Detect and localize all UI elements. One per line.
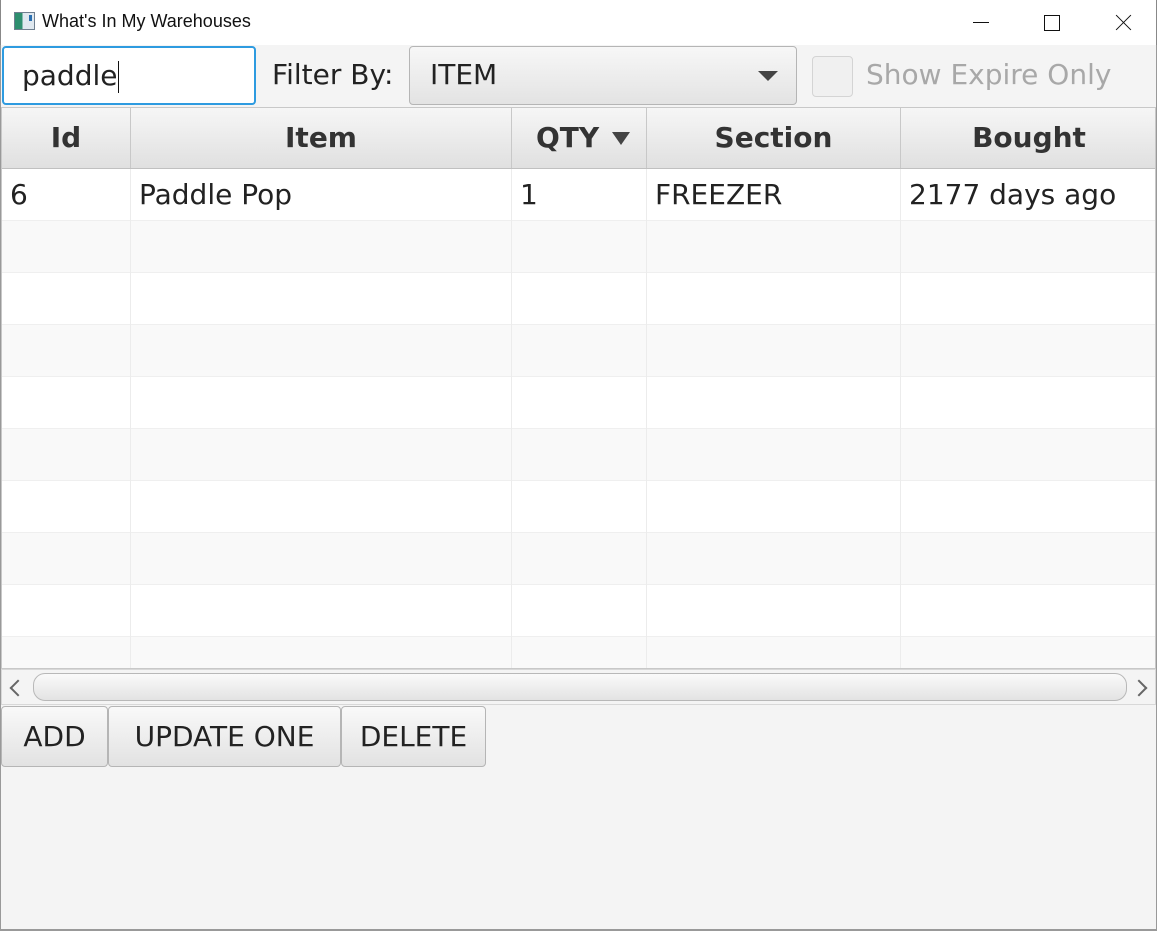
items-table: Id Item QTY Section Bought 6 Paddle Pop … bbox=[1, 107, 1156, 669]
cell-qty: 1 bbox=[512, 169, 647, 221]
show-expire-checkbox[interactable] bbox=[812, 56, 853, 97]
app-icon bbox=[14, 12, 35, 30]
cell-section: FREEZER bbox=[647, 169, 901, 221]
empty-table-row bbox=[2, 325, 1155, 377]
empty-table-row bbox=[2, 273, 1155, 325]
close-icon[interactable] bbox=[1099, 0, 1145, 45]
filter-select[interactable]: ITEM bbox=[409, 46, 797, 105]
scroll-left-icon[interactable] bbox=[5, 678, 27, 698]
horizontal-scrollbar[interactable] bbox=[1, 669, 1156, 705]
empty-table-row bbox=[2, 637, 1155, 668]
chevron-down-icon bbox=[758, 71, 778, 81]
cell-item: Paddle Pop bbox=[131, 169, 512, 221]
column-header-label: Bought bbox=[972, 121, 1086, 154]
column-header-qty[interactable]: QTY bbox=[512, 108, 647, 168]
column-header-item[interactable]: Item bbox=[131, 108, 512, 168]
search-input[interactable]: paddle bbox=[2, 46, 256, 105]
window-title: What's In My Warehouses bbox=[42, 11, 251, 31]
add-button[interactable]: ADD bbox=[1, 706, 108, 767]
text-caret bbox=[118, 61, 120, 93]
empty-table-row bbox=[2, 481, 1155, 533]
empty-table-row bbox=[2, 533, 1155, 585]
column-header-label: QTY bbox=[536, 121, 600, 154]
filter-by-label: Filter By: bbox=[272, 58, 394, 91]
column-header-label: Item bbox=[285, 121, 357, 154]
empty-table-row bbox=[2, 429, 1155, 481]
search-input-value: paddle bbox=[22, 59, 118, 92]
sort-descending-icon bbox=[612, 132, 630, 145]
table-header: Id Item QTY Section Bought bbox=[2, 108, 1155, 169]
title-bar: What's In My Warehouses bbox=[0, 0, 1157, 45]
cell-bought: 2177 days ago bbox=[909, 178, 1117, 211]
delete-button[interactable]: DELETE bbox=[341, 706, 486, 767]
column-header-section[interactable]: Section bbox=[647, 108, 901, 168]
scroll-right-icon[interactable] bbox=[1130, 678, 1152, 698]
maximize-icon[interactable] bbox=[1028, 0, 1074, 45]
scrollbar-thumb[interactable] bbox=[33, 673, 1127, 701]
show-expire-label: Show Expire Only bbox=[866, 58, 1112, 91]
column-header-label: Section bbox=[714, 121, 833, 154]
table-row[interactable]: 6 Paddle Pop 1 FREEZER 2177 days ago bbox=[2, 169, 1155, 221]
empty-table-row bbox=[2, 377, 1155, 429]
empty-table-row bbox=[2, 221, 1155, 273]
column-header-label: Id bbox=[50, 121, 82, 154]
filter-select-value: ITEM bbox=[430, 58, 498, 91]
minimize-icon[interactable] bbox=[957, 0, 1003, 45]
cell-id: 6 bbox=[2, 169, 131, 221]
column-header-id[interactable]: Id bbox=[2, 108, 131, 168]
update-one-button[interactable]: UPDATE ONE bbox=[108, 706, 341, 767]
column-header-bought[interactable]: Bought bbox=[901, 108, 1155, 168]
empty-table-row bbox=[2, 585, 1155, 637]
